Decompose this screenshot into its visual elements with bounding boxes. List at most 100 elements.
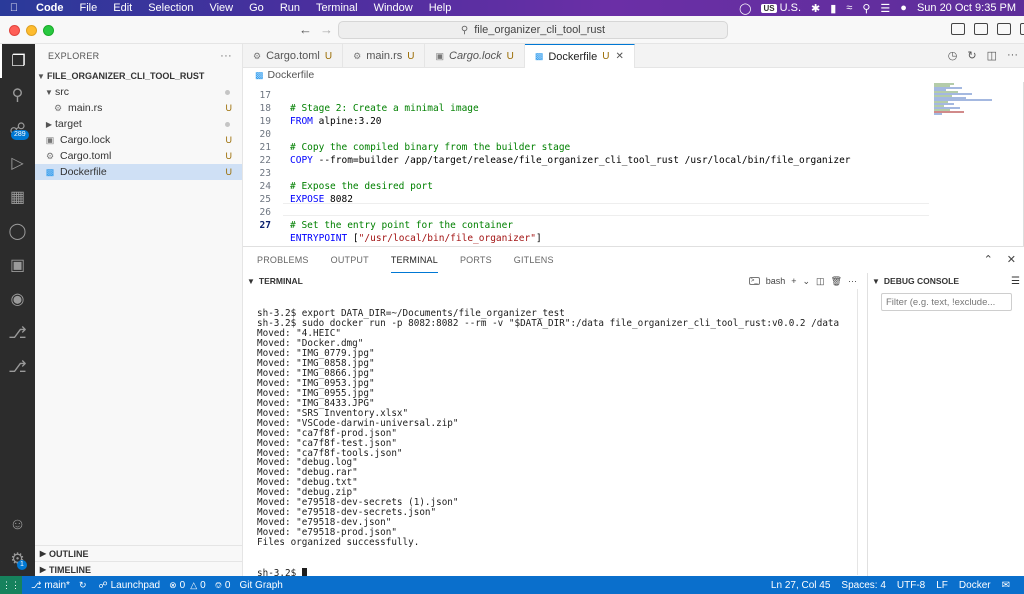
maximize-window-button[interactable] [43, 25, 54, 36]
list-icon[interactable]: ☰ [1011, 276, 1020, 287]
extensions-icon[interactable]: ▦ [0, 180, 35, 214]
tab-terminal[interactable]: TERMINAL [390, 247, 438, 273]
gitlens-icon[interactable]: ◯ [0, 214, 35, 248]
sync-status[interactable]: ↻ [79, 580, 90, 591]
terminal-line: Files organized successfully. [257, 537, 420, 549]
tab-problems[interactable]: PROBLEMS [257, 247, 309, 273]
manage-gear-icon[interactable]: ⚙ 1 [0, 542, 35, 576]
more-actions-icon[interactable]: ··· [1007, 49, 1018, 62]
tab-cargo-toml[interactable]: ⚙ Cargo.toml U [243, 44, 344, 68]
toggle-sidebar-icon[interactable] [951, 23, 965, 35]
trash-icon[interactable]: 🗑 [831, 276, 842, 287]
close-window-button[interactable] [9, 25, 20, 36]
terminal-shell-name[interactable]: bash [766, 276, 786, 286]
tree-item-dockerfile[interactable]: ▩ Dockerfile U [35, 164, 242, 180]
problems-status[interactable]: ⊗ 0 △ 0 [169, 580, 206, 591]
menu-help[interactable]: Help [421, 2, 460, 14]
minimize-window-button[interactable] [26, 25, 37, 36]
toggle-panel-icon[interactable] [974, 23, 988, 35]
toggle-secondary-sidebar-icon[interactable] [997, 23, 1011, 35]
explorer-icon[interactable]: ❐ [0, 44, 35, 78]
timeline-history-icon[interactable]: ◷ [948, 49, 958, 62]
terminal-output[interactable]: sh-3.2$ export DATA_DIR=~/Documents/file… [243, 289, 861, 577]
command-center-search[interactable]: ⚲ file_organizer_cli_tool_rust [338, 21, 728, 39]
folder-icon[interactable]: ▣ [0, 248, 35, 282]
eol-status[interactable]: LF [936, 580, 948, 591]
customize-layout-icon[interactable] [1020, 23, 1024, 35]
debug-console-header[interactable]: ▼ DEBUG CONSOLE ☰ [868, 273, 1024, 289]
siri-icon[interactable]: ● [900, 2, 907, 14]
accounts-icon[interactable]: ☺ [0, 508, 35, 542]
branch-icon[interactable]: ⎇ [0, 350, 35, 384]
run-debug-icon[interactable]: ▷ [0, 146, 35, 180]
outline-section[interactable]: ▶ OUTLINE [35, 545, 243, 561]
tree-item-src[interactable]: ▼ src [35, 84, 242, 100]
workspace-root[interactable]: ▼ FILE_ORGANIZER_CLI_TOOL_RUST [35, 68, 242, 84]
menu-clock[interactable]: Sun 20 Oct 9:35 PM [917, 2, 1016, 14]
terminal-scrollbar[interactable] [857, 289, 858, 575]
indentation-status[interactable]: Spaces: 4 [841, 580, 885, 591]
menu-view[interactable]: View [201, 2, 241, 14]
new-terminal-icon[interactable]: + [791, 276, 796, 286]
menu-selection[interactable]: Selection [140, 2, 201, 14]
code-keyword: ENTRYPOINT [290, 233, 348, 244]
compare-changes-icon[interactable]: ↻ [967, 49, 976, 62]
cursor-position[interactable]: Ln 27, Col 45 [771, 580, 831, 591]
menu-run[interactable]: Run [272, 2, 308, 14]
code-bracket: ] [535, 233, 542, 244]
tree-item-target[interactable]: ▶ target [35, 116, 242, 132]
close-tab-icon[interactable]: ✕ [615, 51, 623, 62]
code-editor[interactable]: 17 # Stage 2: Create a minimal image 18 … [243, 82, 1024, 246]
chevron-down-icon[interactable]: ⌄ [803, 276, 811, 287]
close-panel-icon[interactable]: ✕ [1007, 253, 1016, 266]
menu-app-name[interactable]: Code [28, 2, 72, 14]
battery-icon[interactable]: ▮ [830, 2, 836, 15]
breadcrumb-file[interactable]: Dockerfile [268, 69, 315, 81]
minimap[interactable] [932, 82, 1022, 127]
debug-filter-input[interactable] [881, 293, 1012, 311]
ports-status[interactable]: ⎊ 0 [215, 580, 231, 591]
git-graph-icon[interactable]: ⎇ [0, 316, 35, 350]
menu-go[interactable]: Go [241, 2, 272, 14]
notifications-bell-icon[interactable]: ✉ [1002, 580, 1010, 591]
apple-menu-icon[interactable]:  [0, 2, 28, 14]
menu-terminal[interactable]: Terminal [308, 2, 366, 14]
branch-status[interactable]: ⎇ main* [31, 580, 70, 591]
encoding-status[interactable]: UTF-8 [897, 580, 925, 591]
menu-window[interactable]: Window [366, 2, 421, 14]
menu-file[interactable]: File [72, 2, 106, 14]
input-source-label[interactable]: U.S. [780, 2, 801, 14]
back-arrow-icon[interactable]: ← [299, 22, 312, 37]
language-mode[interactable]: Docker [959, 580, 991, 591]
tab-dockerfile[interactable]: ▩ Dockerfile U ✕ [524, 44, 635, 68]
bluetooth-icon[interactable]: ✱ [811, 2, 820, 15]
tab-ports[interactable]: PORTS [460, 247, 492, 273]
spotlight-search-icon[interactable]: ⚲ [862, 2, 870, 15]
tab-cargo-lock[interactable]: ▣ Cargo.lock U [425, 44, 525, 68]
git-graph-status[interactable]: Git Graph [239, 580, 282, 591]
control-center-icon[interactable]: ☰ [880, 2, 890, 15]
remote-explorer-icon[interactable]: ◉ [0, 282, 35, 316]
tree-item-cargo-lock[interactable]: ▣ Cargo.lock U [35, 132, 242, 148]
tab-gitlens[interactable]: GITLENS [514, 247, 554, 273]
tree-item-main-rs[interactable]: ⚙ main.rs U [35, 100, 242, 116]
more-actions-icon[interactable]: ··· [220, 50, 232, 62]
timeline-section[interactable]: ▶ TIMELINE [35, 561, 243, 577]
source-control-icon[interactable]: ☍ 289 [0, 112, 35, 146]
split-terminal-icon[interactable]: ◫ [816, 276, 825, 287]
tab-main-rs[interactable]: ⚙ main.rs U [343, 44, 426, 68]
forward-arrow-icon[interactable]: → [320, 22, 333, 37]
more-actions-icon[interactable]: ··· [848, 276, 857, 286]
tree-item-cargo-toml[interactable]: ⚙ Cargo.toml U [35, 148, 242, 164]
launchpad-status[interactable]: ☍ Launchpad [99, 580, 161, 591]
remote-indicator-icon[interactable]: ⋮⋮ [0, 576, 22, 594]
split-editor-icon[interactable]: ◫ [987, 49, 997, 62]
accessibility-icon[interactable]: ◯ [739, 2, 751, 15]
search-icon[interactable]: ⚲ [0, 78, 35, 112]
wifi-icon[interactable]: ≈ [846, 2, 852, 14]
menu-edit[interactable]: Edit [105, 2, 140, 14]
tab-output[interactable]: OUTPUT [331, 247, 369, 273]
input-source-badge[interactable]: US [761, 3, 777, 13]
terminal-section-header[interactable]: ▼ TERMINAL >_ bash + ⌄ ◫ 🗑 ··· [243, 273, 867, 289]
maximize-panel-icon[interactable]: ⌃ [984, 253, 993, 266]
